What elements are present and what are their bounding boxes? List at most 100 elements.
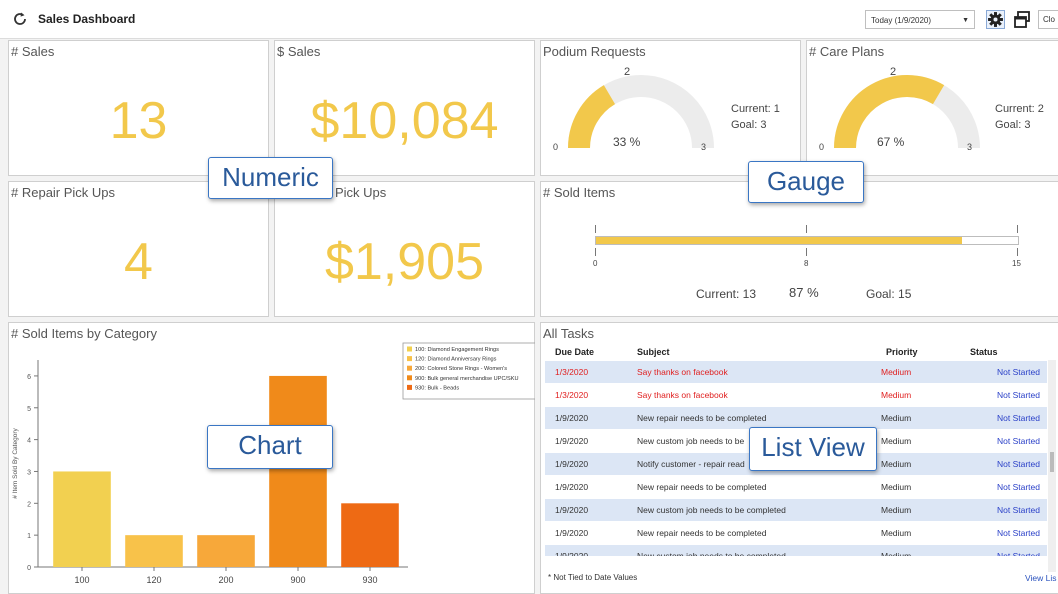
x-tick-label: 200 — [218, 575, 233, 585]
scrollbar[interactable] — [1048, 360, 1056, 572]
tile-title: Podium Requests — [543, 44, 646, 59]
tick-label-0: 0 — [593, 259, 598, 268]
scrollbar-thumb[interactable] — [1050, 452, 1054, 472]
priority-cell: Medium — [881, 482, 912, 492]
tile-title: Pick Ups — [335, 185, 387, 200]
column-header-status[interactable]: Status — [970, 347, 998, 357]
refresh-icon[interactable] — [12, 11, 28, 27]
priority-cell: Medium — [881, 367, 912, 377]
legend-swatch — [407, 356, 412, 362]
due-date-cell: 1/9/2020 — [555, 551, 589, 556]
legend-entry: 930: Bulk - Beads — [415, 385, 459, 391]
date-range-value: Today (1/9/2020) — [871, 16, 932, 25]
priority-cell: Medium — [881, 551, 912, 556]
tick-mark — [595, 225, 596, 233]
tick-mark — [806, 225, 807, 233]
y-axis-label: # Item Sold By Category — [12, 428, 19, 499]
table-row[interactable]: 1/9/2020 New repair needs to be completed… — [545, 407, 1047, 429]
y-tick-label: 3 — [27, 469, 31, 476]
settings-button[interactable] — [986, 10, 1005, 29]
subject-cell: Say thanks on facebook — [637, 367, 728, 377]
legend-entry: 200: Colored Stone Rings - Women's — [415, 366, 507, 372]
status-cell: Not Started — [997, 413, 1040, 423]
tick-mark — [806, 248, 807, 256]
subject-cell: Notify customer - repair read — [637, 459, 745, 469]
column-header-due-date[interactable]: Due Date — [555, 347, 594, 357]
status-cell: Not Started — [997, 436, 1040, 446]
status-cell: Not Started — [997, 390, 1040, 400]
tile-title: All Tasks — [543, 326, 595, 341]
footnote: * Not Tied to Date Values — [548, 573, 638, 582]
due-date-cell: 1/9/2020 — [555, 459, 589, 469]
legend-swatch — [407, 375, 412, 381]
sold-percent: 87 % — [789, 285, 819, 300]
podium-requests-gauge-tile: Podium Requests 2 0 3 33 % Current: 1 Go… — [540, 40, 801, 176]
numeric-callout: Numeric — [208, 157, 333, 199]
page-title: Sales Dashboard — [38, 12, 136, 26]
gauge-percent: 33 % — [613, 135, 641, 149]
subject-cell: New repair needs to be completed — [637, 528, 767, 538]
table-row[interactable]: 1/3/2020 Say thanks on facebook Medium Not … — [545, 384, 1047, 406]
subject-cell: Say thanks on facebook — [637, 390, 728, 400]
tile-title: # Care Plans — [809, 44, 885, 59]
due-date-cell: 1/9/2020 — [555, 505, 589, 515]
x-tick-label: 900 — [290, 575, 305, 585]
tile-title: # Sold Items — [543, 185, 616, 200]
chevron-down-icon: ▼ — [962, 17, 969, 24]
bar-120 — [125, 535, 183, 567]
table-row[interactable]: 1/9/2020 New custom job needs to be compl… — [545, 499, 1047, 521]
subject-cell: New custom job needs to be completed — [637, 505, 786, 515]
table-row[interactable]: 1/3/2020 Say thanks on facebook Medium Not … — [545, 361, 1047, 383]
y-tick-label: 2 — [27, 501, 31, 508]
column-header-subject[interactable]: Subject — [637, 347, 670, 357]
y-tick-label: 0 — [27, 565, 31, 572]
due-date-cell: 1/9/2020 — [555, 528, 589, 538]
window-restore-icon[interactable] — [1013, 10, 1032, 29]
priority-cell: Medium — [881, 436, 912, 446]
legend-entry: 120: Diamond Anniversary Rings — [415, 357, 497, 363]
priority-cell: Medium — [881, 528, 912, 538]
x-tick-label: 120 — [146, 575, 161, 585]
legend-swatch — [407, 346, 412, 352]
due-date-cell: 1/3/2020 — [555, 367, 589, 377]
gauge-current: Current: 2 — [995, 103, 1044, 115]
bar-930 — [341, 503, 399, 567]
column-header-priority[interactable]: Priority — [886, 347, 918, 357]
table-row[interactable]: 1/9/2020 New custom job needs to be compl… — [545, 545, 1047, 556]
gauge-fill — [568, 85, 616, 149]
priority-cell: Medium — [881, 390, 912, 400]
gauge-chart — [834, 75, 980, 149]
due-date-cell: 1/3/2020 — [555, 390, 589, 400]
table-row[interactable]: 1/9/2020 New repair needs to be completed… — [545, 476, 1047, 498]
gauge-goal: Goal: 3 — [731, 119, 767, 131]
sold-current: Current: 13 — [696, 287, 757, 301]
subject-cell: New custom job needs to be completed — [637, 551, 786, 556]
priority-cell: Medium — [881, 505, 912, 515]
chart-callout: Chart — [207, 425, 333, 469]
tick-mark — [1017, 248, 1018, 256]
repair-pickups-count-tile: # Repair Pick Ups 4 — [8, 181, 269, 317]
tick-label-8: 8 — [804, 259, 809, 268]
legend-entry: 100: Diamond Engagement Rings — [415, 347, 499, 353]
gauge-percent: 67 % — [877, 135, 905, 149]
bar-900 — [269, 375, 327, 567]
gauge-min-label: 0 — [553, 142, 559, 152]
subject-cell: New repair needs to be completed — [637, 482, 767, 492]
close-button[interactable]: Clo — [1038, 10, 1058, 29]
sales-amount-tile: $ Sales $10,084 — [274, 40, 535, 176]
table-row[interactable]: 1/9/2020 New repair needs to be completed… — [545, 522, 1047, 544]
y-tick-label: 4 — [27, 438, 31, 445]
tick-mark — [1017, 225, 1018, 233]
status-cell: Not Started — [997, 505, 1040, 515]
gauge-goal: Goal: 3 — [995, 119, 1031, 131]
date-range-select[interactable]: Today (1/9/2020) ▼ — [865, 10, 975, 29]
view-list-link[interactable]: View Lis — [1025, 573, 1057, 583]
list-view-callout: List View — [749, 427, 877, 471]
status-cell: Not Started — [997, 459, 1040, 469]
tile-title: $ Sales — [277, 44, 321, 59]
gauge-current: Current: 1 — [731, 103, 780, 115]
tile-value: 13 — [109, 92, 168, 150]
tile-title: # Repair Pick Ups — [11, 185, 116, 200]
y-tick-label: 6 — [27, 374, 31, 381]
due-date-cell: 1/9/2020 — [555, 413, 589, 423]
